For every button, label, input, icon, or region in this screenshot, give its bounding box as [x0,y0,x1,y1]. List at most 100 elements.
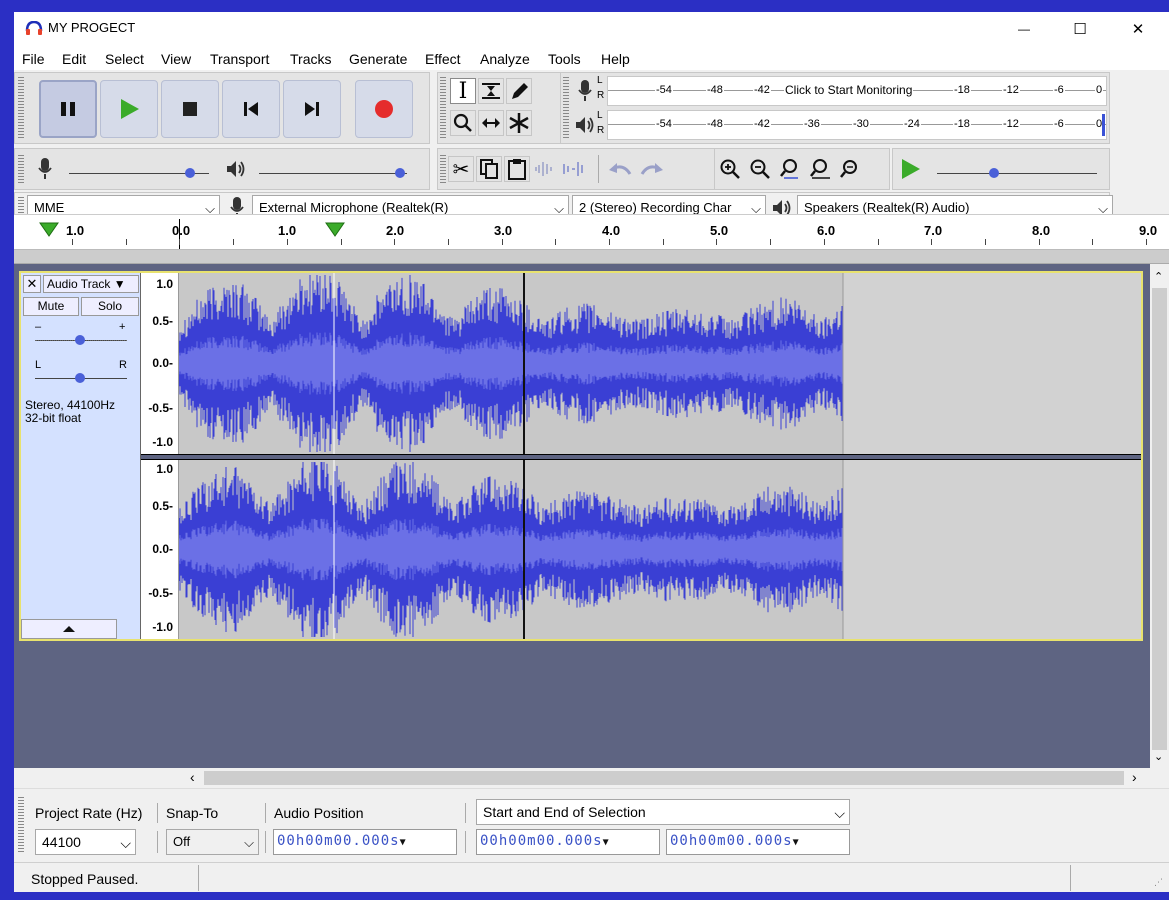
menu-generate[interactable]: Generate [349,51,407,67]
menu-tools[interactable]: Tools [548,51,581,67]
ruler-tick [770,239,772,245]
selection-tool-button[interactable]: I [450,78,476,104]
slider-knob[interactable] [185,168,195,178]
scroll-right-icon[interactable]: › [1132,769,1137,785]
triangle-up-icon [63,626,75,632]
multi-tool-button[interactable] [506,110,532,136]
menu-file[interactable]: File [22,51,45,67]
slider-knob[interactable] [75,373,85,383]
slider-knob[interactable] [75,335,85,345]
audio-position-timecode[interactable]: 00h00m00.000s▼ [273,829,457,855]
play-icon [121,99,139,119]
mute-button[interactable]: Mute [23,297,79,316]
vertical-scroll-thumb[interactable] [1152,288,1167,750]
waveform-left-channel[interactable] [179,273,1141,454]
gain-slider[interactable] [33,333,129,347]
ruler-label: 4.0 [602,223,621,238]
timeline-ruler[interactable]: 1.0 0.0 1.0 2.0 3.0 4.0 5.0 6.0 7.0 8.0 … [14,214,1169,250]
audio-track[interactable]: ✕ Audio Track ▼ Mute Solo – + L R Stereo… [19,271,1143,641]
recording-volume-slider[interactable] [65,159,215,181]
toolbar-grip[interactable] [18,797,24,853]
stop-button[interactable] [161,80,219,138]
zoom-tool-button[interactable] [450,110,476,136]
playback-meter-button[interactable] [571,110,599,140]
ruler-tick [1092,239,1094,245]
play-at-speed-button[interactable] [897,156,923,182]
playback-volume-slider[interactable] [255,159,415,181]
playback-speed-slider[interactable] [933,159,1105,181]
waveform-right-channel[interactable] [179,460,1141,639]
record-meter[interactable]: -54 -48 -42 Click to Start Monitoring -1… [607,76,1107,106]
ruler-tick [394,239,396,245]
menu-edit[interactable]: Edit [62,51,86,67]
record-meter-button[interactable] [571,76,599,106]
scroll-left-icon[interactable]: ‹ [190,769,195,785]
vertical-scrollbar[interactable]: ⌃ ⌄ [1150,264,1169,768]
minimize-button[interactable]: — [1001,12,1047,46]
skip-to-end-button[interactable] [283,80,341,138]
solo-button[interactable]: Solo [81,297,139,316]
toolbar-grip[interactable] [563,77,569,139]
menu-analyze[interactable]: Analyze [480,51,530,67]
record-button[interactable] [355,80,413,138]
project-rate-select[interactable]: 44100 ⌵ [35,829,136,855]
meter-tick: -48 [706,84,724,96]
track-close-button[interactable]: ✕ [23,275,41,293]
toolbar-grip[interactable] [440,155,446,183]
scroll-up-icon[interactable]: ⌃ [1154,270,1163,283]
close-window-button[interactable]: ✕ [1115,12,1161,46]
play-button[interactable] [100,80,158,138]
slider-track [259,173,407,174]
menu-help[interactable]: Help [601,51,630,67]
selection-toolbar: Project Rate (Hz) Snap-To Audio Position… [14,788,1169,860]
snap-to-select[interactable]: Off ⌵ [166,829,259,855]
track-name-menu-button[interactable]: Audio Track ▼ [43,275,139,293]
horizontal-scrollbar[interactable]: ‹ › [14,768,1169,788]
maximize-button[interactable]: ☐ [1057,12,1103,46]
resize-grip-icon[interactable]: ⋰ [1154,877,1163,888]
horizontal-scroll-thumb[interactable] [204,771,1124,785]
selection-start-timecode[interactable]: 00h00m00.000s▼ [476,829,660,855]
ruler-label: 2.0 [386,223,405,238]
menu-tracks[interactable]: Tracks [290,51,331,67]
fit-selection-button[interactable] [777,156,803,182]
divider [157,803,158,823]
cut-button[interactable]: ✂ [448,156,474,182]
ruler-scrub-bar[interactable] [14,250,1169,264]
ruler-label: 1.0 [278,223,297,238]
envelope-tool-button[interactable] [478,78,504,104]
click-to-start-monitoring[interactable]: Click to Start Monitoring [784,83,914,97]
scale-label: -0.5- [148,586,173,600]
slider-knob[interactable] [989,168,999,178]
menu-transport[interactable]: Transport [210,51,269,67]
toolbar-grip[interactable] [440,77,446,139]
silence-button[interactable] [560,156,586,182]
redo-button[interactable] [636,156,668,182]
toolbar-grip[interactable] [18,155,24,183]
scroll-down-icon[interactable]: ⌄ [1154,750,1163,763]
zoom-toggle-button[interactable] [837,156,863,182]
skip-to-start-button[interactable] [222,80,280,138]
undo-button[interactable] [604,156,636,182]
trim-button[interactable] [532,156,558,182]
selection-mode-select[interactable]: Start and End of Selection ⌵ [476,799,850,825]
fit-project-button[interactable] [807,156,833,182]
zoom-in-button[interactable] [717,156,743,182]
toolbar-grip[interactable] [18,77,24,139]
draw-tool-button[interactable] [506,78,532,104]
paste-button[interactable] [504,156,530,182]
menu-effect[interactable]: Effect [425,51,461,67]
pause-button[interactable] [39,80,97,138]
slider-knob[interactable] [395,168,405,178]
selection-end-timecode[interactable]: 00h00m00.000s▼ [666,829,850,855]
playback-meter[interactable]: -54 -48 -42 -36 -30 -24 -18 -12 -6 0 [607,110,1107,140]
pan-slider[interactable] [33,371,129,385]
copy-button[interactable] [476,156,502,182]
menu-select[interactable]: Select [105,51,144,67]
collapse-track-button[interactable] [21,619,117,639]
menu-view[interactable]: View [161,51,191,67]
zoom-out-button[interactable] [747,156,773,182]
divider [1070,865,1071,891]
time-shift-tool-button[interactable] [478,110,504,136]
chevron-down-icon: ⌵ [120,835,131,851]
